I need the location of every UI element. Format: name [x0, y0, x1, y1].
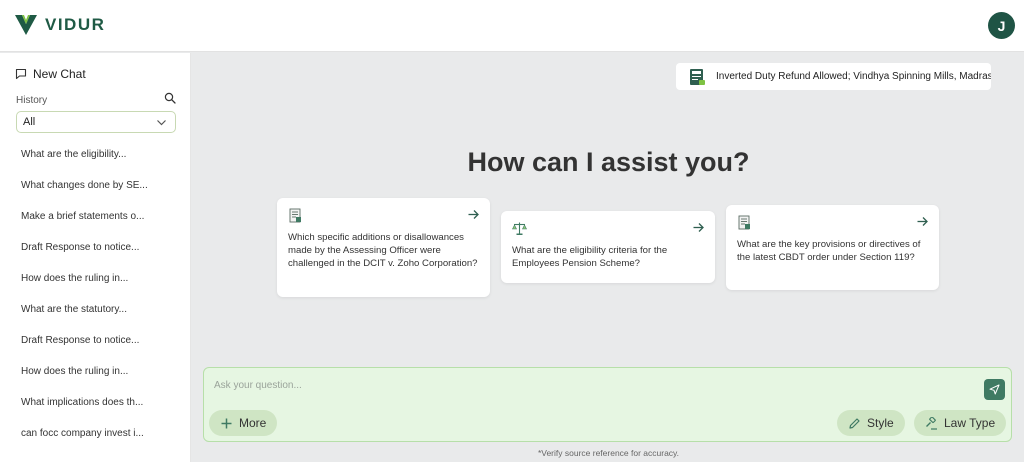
history-filter-select[interactable]: All [16, 111, 176, 133]
disclaimer-text: *Verify source reference for accuracy. [537, 448, 680, 458]
send-button[interactable] [984, 379, 1005, 400]
more-label: More [239, 416, 267, 430]
pencil-icon [849, 417, 860, 429]
history-item[interactable]: Draft Response to notice... [21, 335, 186, 366]
document-icon [289, 208, 301, 223]
search-icon [164, 92, 176, 104]
gst-document-icon [690, 68, 705, 85]
suggestion-text: What are the key provisions or directive… [737, 239, 921, 263]
new-chat-label: New Chat [33, 67, 86, 81]
user-avatar[interactable]: J [988, 12, 1015, 39]
chevron-down-icon [157, 119, 166, 125]
history-item[interactable]: Make a brief statements o... [21, 211, 186, 242]
suggestion-card[interactable]: What are the key provisions or directive… [726, 205, 939, 290]
history-item[interactable]: Draft Response to notice... [21, 242, 186, 273]
suggestion-card[interactable]: Which specific additions or disallowance… [277, 198, 490, 297]
plus-icon [221, 418, 232, 428]
suggestion-card[interactable]: What are the eligibility criteria for th… [501, 211, 715, 283]
chat-plus-icon [15, 68, 27, 80]
filter-value: All [23, 116, 36, 128]
arrow-right-icon [693, 223, 704, 232]
new-chat-button[interactable]: New Chat [15, 67, 86, 81]
history-item[interactable]: can focc company invest i... [21, 428, 186, 459]
history-item[interactable]: How does the ruling in... [21, 273, 186, 304]
history-search-button[interactable] [164, 91, 176, 109]
style-label: Style [867, 416, 894, 430]
scales-icon [512, 222, 527, 235]
history-item[interactable]: How does the ruling in... [21, 366, 186, 397]
suggestion-text: What are the eligibility criteria for th… [512, 245, 668, 269]
banner-text: Inverted Duty Refund Allowed; Vindhya Sp… [716, 71, 991, 82]
news-banner[interactable]: Inverted Duty Refund Allowed; Vindhya Sp… [676, 63, 991, 90]
sidebar: New Chat History All What are the eligib… [0, 53, 191, 462]
history-item[interactable]: What implications does th... [21, 397, 186, 428]
question-composer: More Style Law Type [203, 367, 1012, 442]
page-title: How can I assist you? [467, 147, 750, 177]
more-button[interactable]: More [209, 410, 278, 436]
arrow-right-icon [917, 217, 928, 226]
history-item[interactable]: What are the eligibility... [21, 149, 186, 180]
style-button[interactable]: Style [837, 410, 905, 436]
send-icon [989, 384, 1000, 395]
history-label: History [16, 94, 48, 106]
document-icon [738, 215, 750, 230]
arrow-right-icon [468, 210, 479, 219]
brand-name: VIDUR [45, 15, 106, 34]
law-type-label: Law Type [944, 416, 996, 430]
top-bar: VIDUR J [0, 0, 1024, 52]
gavel-icon [926, 416, 937, 430]
vidur-logo-icon [15, 15, 37, 35]
question-input[interactable] [214, 376, 974, 394]
suggestion-text: Which specific additions or disallowance… [288, 232, 478, 269]
law-type-button[interactable]: Law Type [914, 410, 1007, 436]
history-list: What are the eligibility... What changes… [21, 149, 186, 459]
history-item[interactable]: What changes done by SE... [21, 180, 186, 211]
history-header: History [16, 91, 176, 109]
history-item[interactable]: What are the statutory... [21, 304, 186, 335]
brand-logo[interactable]: VIDUR [15, 15, 105, 35]
